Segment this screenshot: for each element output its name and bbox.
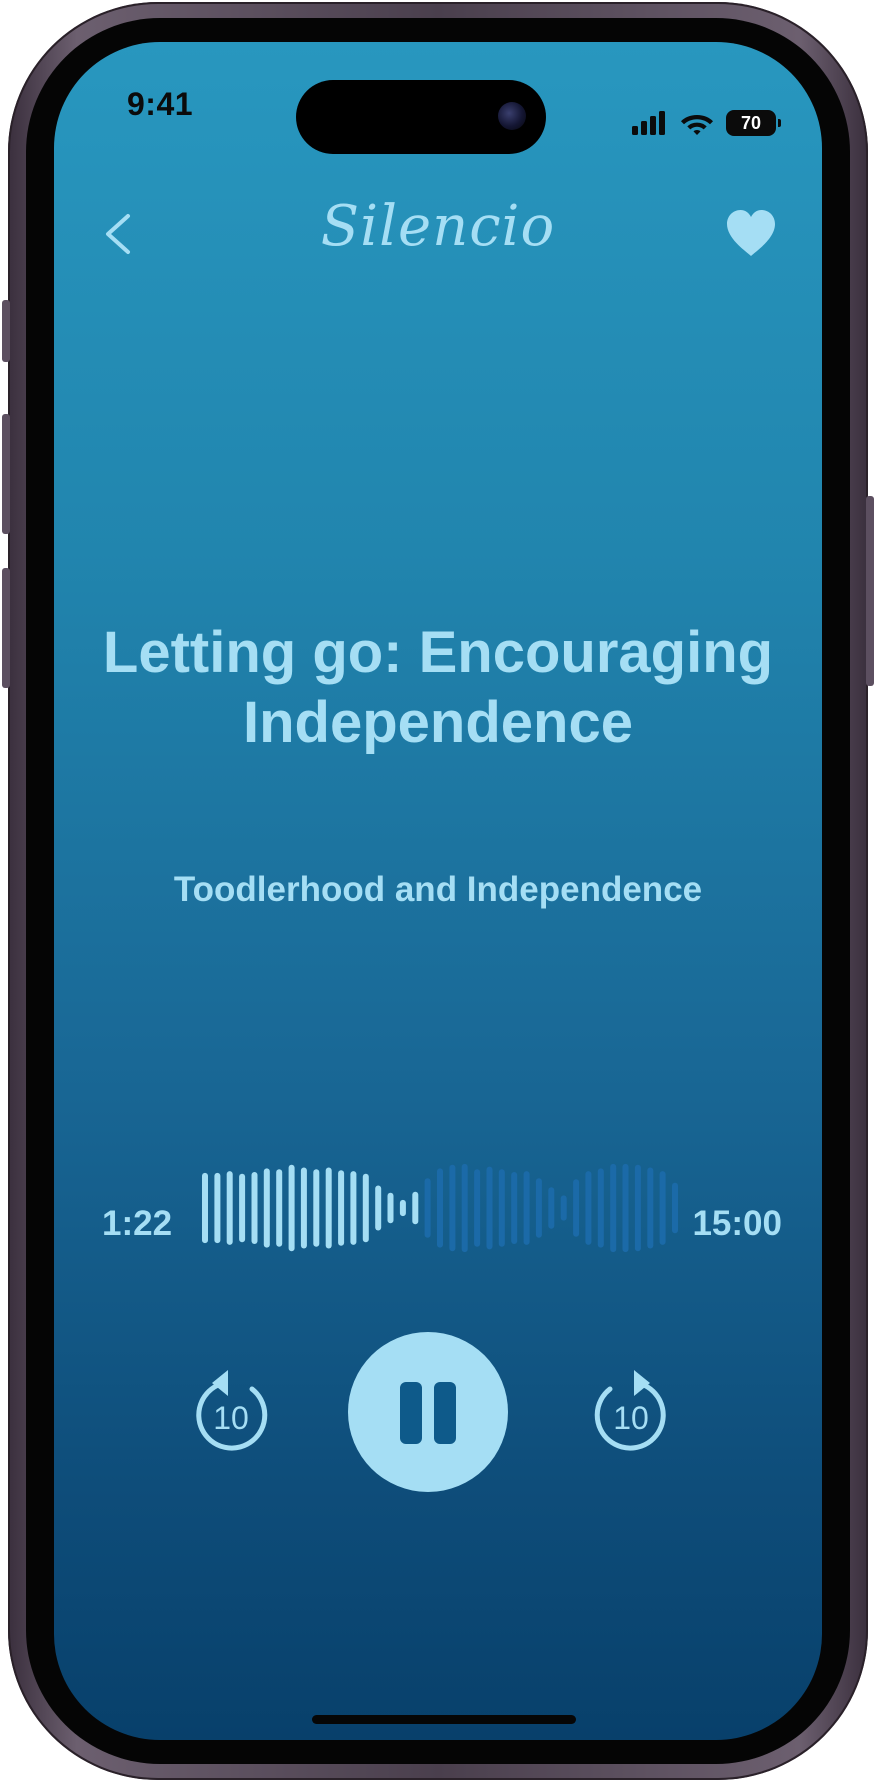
waveform-bar-unplayed [449, 1164, 456, 1252]
status-time: 9:41 [127, 86, 194, 122]
waveform-bar-played [288, 1164, 295, 1252]
waveform-bar-unplayed [672, 1182, 678, 1234]
waveform-bar-played [251, 1172, 258, 1244]
waveform-bar-unplayed [560, 1195, 567, 1221]
waveform-bar-unplayed [622, 1163, 629, 1253]
waveform-bar-unplayed [535, 1178, 542, 1238]
waveform-bar-unplayed [610, 1163, 617, 1253]
waveform-bar-played [300, 1167, 307, 1249]
waveform-bar-played [214, 1172, 221, 1244]
status-icons: 70 [632, 110, 781, 136]
wifi-icon [681, 115, 713, 135]
waveform-bar-played [226, 1171, 233, 1245]
home-indicator[interactable] [312, 1715, 576, 1724]
playback-controls: 10 10 [54, 1332, 822, 1502]
waveform-bar-played [202, 1172, 208, 1244]
waveform-bar-played [325, 1167, 332, 1249]
waveform-bar-unplayed [523, 1171, 530, 1245]
power-button [866, 496, 874, 686]
waveform-bar-played [399, 1199, 406, 1217]
skip-forward-10-icon: 10 [594, 1370, 666, 1451]
waveform-bar-unplayed [573, 1179, 580, 1237]
waveform-bar-unplayed [461, 1163, 468, 1253]
skip-back-10-icon: 10 [196, 1370, 268, 1451]
waveform-bar-played [263, 1168, 270, 1248]
waveform-bar-played [350, 1171, 357, 1245]
screen: 9:41 70 Silencio Letting go: Encouraging… [54, 42, 822, 1740]
skip-forward-button[interactable]: 10 [586, 1366, 676, 1456]
waveform-bar-played [338, 1170, 345, 1246]
waveform-bar-unplayed [585, 1171, 592, 1245]
waveform-bar-unplayed [659, 1171, 666, 1245]
nav-bar: Silencio [54, 188, 822, 278]
waveform-bar-unplayed [437, 1168, 443, 1248]
waveform-bar-unplayed [486, 1166, 493, 1250]
battery-level: 70 [740, 112, 762, 133]
skip-forward-label: 10 [613, 1400, 649, 1436]
waveform-bar-unplayed [548, 1187, 555, 1229]
waveform-bar-unplayed [647, 1167, 654, 1249]
action-button [2, 300, 10, 362]
track-subtitle: Toodlerhood and Independence [173, 870, 703, 909]
pause-icon-right-bar [434, 1382, 456, 1444]
waveform-bar-played [276, 1169, 283, 1247]
waveform-bar-played [239, 1173, 246, 1243]
pause-icon-left-bar [400, 1382, 422, 1444]
waveform-scrubber[interactable] [202, 1163, 678, 1253]
cellular-signal-icon [632, 111, 665, 135]
track-title: Letting go: Encouraging Independence [102, 620, 774, 755]
waveform-bar-unplayed [424, 1178, 431, 1238]
waveform-bar-unplayed [474, 1169, 481, 1247]
waveform-bar-unplayed [511, 1172, 518, 1244]
waveform-bar-unplayed [634, 1164, 641, 1252]
skip-back-button[interactable]: 10 [186, 1366, 276, 1456]
phone-bezel: 9:41 70 Silencio Letting go: Encouraging… [26, 18, 850, 1764]
waveform-bar-played [375, 1185, 382, 1231]
waveform-bar-played [387, 1192, 394, 1224]
total-duration: 15:00 [692, 1204, 782, 1243]
waveform-bar-played [412, 1191, 419, 1225]
waveform-bar-played [313, 1169, 320, 1247]
elapsed-time: 1:22 [102, 1204, 173, 1243]
waveform-bar-unplayed [597, 1168, 604, 1248]
heart-icon [727, 210, 775, 256]
waveform-bar-played [362, 1173, 369, 1243]
volume-up-button [2, 414, 10, 534]
favorite-button[interactable] [724, 208, 778, 258]
dynamic-island [296, 80, 546, 154]
skip-back-label: 10 [213, 1400, 249, 1436]
volume-down-button [2, 568, 10, 688]
pause-button[interactable] [348, 1332, 508, 1492]
phone-frame: 9:41 70 Silencio Letting go: Encouraging… [2, 2, 874, 1780]
battery-icon: 70 [726, 110, 781, 136]
app-logo: Silencio [320, 194, 556, 259]
waveform-bar-unplayed [498, 1169, 505, 1247]
front-camera [498, 102, 526, 130]
